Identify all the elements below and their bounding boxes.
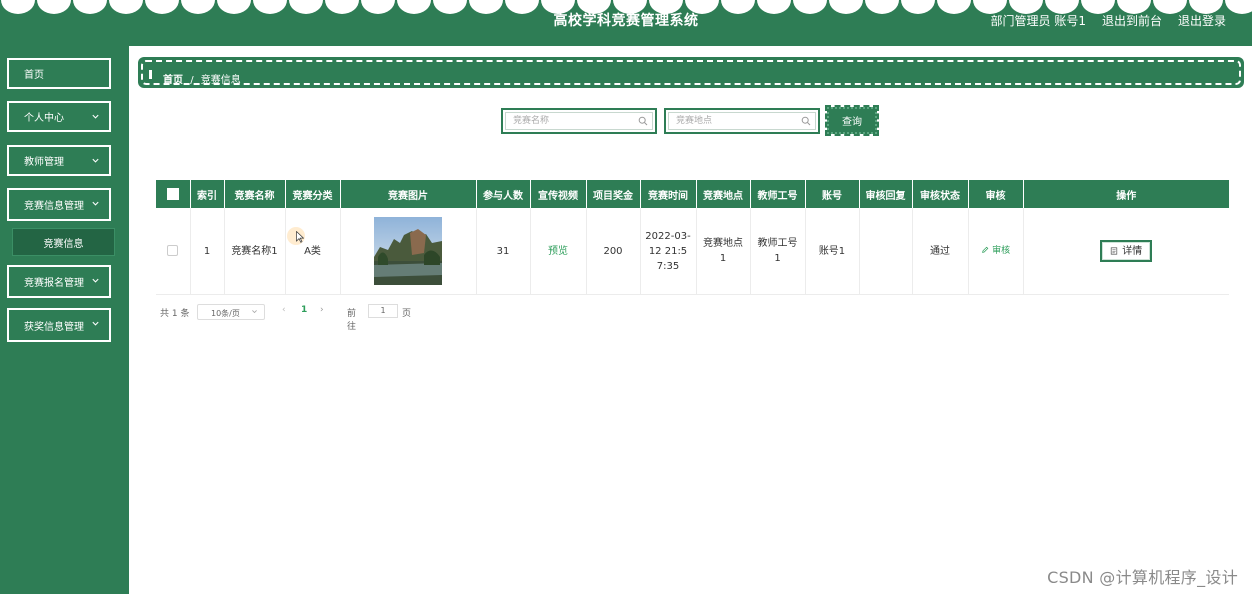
sidebar-item-label: 获奖信息管理 [24, 321, 84, 333]
column-header: 竞赛时间 [640, 180, 697, 208]
column-header: 操作 [1023, 180, 1229, 208]
competition-place-input[interactable] [676, 113, 792, 129]
sidebar-item-competition-signup-management[interactable]: 竞赛报名管理 [7, 265, 111, 298]
sidebar-item-label: 首页 [24, 70, 44, 81]
breadcrumb-dashed-border: 首页 / 竞赛信息 [141, 60, 1241, 86]
audit-link[interactable]: 审核 [981, 245, 1010, 256]
page-size-value: 10条/页 [211, 309, 240, 318]
sidebar-item-competition-info-management[interactable]: 竞赛信息管理 [7, 188, 111, 221]
breadcrumb-current: 竞赛信息 [200, 75, 241, 86]
cell-actions: 详情 [1023, 208, 1229, 295]
audit-link-label: 审核 [992, 246, 1011, 256]
cell-place: 竞赛地点1 [696, 208, 751, 295]
search-icon [638, 116, 648, 126]
detail-button[interactable]: 详情 [1100, 240, 1153, 262]
logout-link[interactable]: 退出登录 [1178, 12, 1226, 29]
edit-icon [981, 246, 989, 253]
search-icon [801, 116, 811, 126]
table-row: 1 竞赛名称1 A类 31 预览 200 2022-03-12 21:57:35… [156, 208, 1229, 295]
mouse-cursor-icon [296, 231, 304, 243]
sidebar-item-teacher-management[interactable]: 教师管理 [7, 145, 111, 176]
competition-place-search [664, 108, 820, 134]
breadcrumb-bullet-icon [149, 70, 152, 79]
column-header: 教师工号 [750, 180, 806, 208]
column-header: 竞赛名称 [224, 180, 286, 208]
breadcrumb-home[interactable]: 首页 [163, 75, 183, 86]
detail-button-label: 详情 [1122, 245, 1143, 257]
chevron-down-icon [92, 114, 99, 119]
goto-label: 前往 [347, 309, 357, 332]
breadcrumb-text: 首页 / 竞赛信息 [163, 71, 241, 86]
pagination-total: 共 1 条 [160, 309, 190, 319]
column-header: 参与人数 [476, 180, 531, 208]
chevron-down-icon [92, 278, 99, 283]
column-header: 宣传视频 [530, 180, 587, 208]
cell-category: A类 [285, 208, 341, 295]
next-page-icon[interactable]: › [320, 305, 324, 315]
column-header: 审核回复 [859, 180, 913, 208]
column-header: 审核状态 [912, 180, 969, 208]
chevron-down-icon [92, 201, 99, 206]
cell-teacher-no: 教师工号1 [750, 208, 806, 295]
competition-name-input[interactable] [513, 113, 629, 129]
column-header: 项目奖金 [586, 180, 641, 208]
select-all-header [156, 180, 191, 208]
sidebar-subitem-competition-info[interactable]: 竞赛信息 [12, 228, 115, 256]
cell-reply [859, 208, 913, 295]
sidebar-item-personal-center[interactable]: 个人中心 [7, 101, 111, 132]
breadcrumb-separator: / [190, 75, 194, 86]
page-size-select[interactable]: 10条/页 [197, 304, 265, 320]
column-header: 索引 [190, 180, 225, 208]
header-actions: 部门管理员 账号1 退出到前台 退出登录 [991, 12, 1226, 29]
competition-table: 索引 竞赛名称 竞赛分类 竞赛图片 参与人数 宣传视频 项目奖金 竞赛时间 竞赛… [156, 180, 1229, 295]
sidebar-item-label: 竞赛信息管理 [24, 201, 84, 212]
sidebar-subitem-label: 竞赛信息 [43, 238, 84, 250]
top-header: 高校学科竞赛管理系统 部门管理员 账号1 退出到前台 退出登录 [0, 0, 1252, 46]
exit-to-front-link[interactable]: 退出到前台 [1102, 12, 1162, 29]
cell-image [340, 208, 477, 295]
sidebar: 首页 个人中心 教师管理 竞赛信息管理 竞赛信息 竞赛报名管理 获奖信息管理 [0, 46, 129, 594]
competition-name-search [501, 108, 657, 134]
cell-bonus: 200 [586, 208, 641, 295]
sidebar-item-label: 个人中心 [24, 113, 64, 124]
cell-name: 竞赛名称1 [224, 208, 286, 295]
goto-unit-label: 页 [402, 309, 412, 319]
select-all-checkbox[interactable] [166, 188, 179, 200]
chevron-down-icon [252, 310, 257, 314]
cell-status: 通过 [912, 208, 969, 295]
sidebar-item-award-info-management[interactable]: 获奖信息管理 [7, 308, 111, 342]
competition-image-thumbnail[interactable] [374, 217, 442, 285]
sidebar-item-home[interactable]: 首页 [7, 58, 111, 89]
cell-time: 2022-03-12 21:57:35 [640, 208, 697, 295]
sidebar-item-label: 教师管理 [24, 157, 64, 168]
cell-audit: 审核 [968, 208, 1024, 295]
goto-page-input[interactable]: 1 [368, 304, 398, 318]
cell-index: 1 [190, 208, 225, 295]
column-header: 账号 [805, 180, 860, 208]
cell-participants: 31 [476, 208, 531, 295]
row-select-cell [156, 208, 191, 295]
row-checkbox[interactable] [167, 245, 179, 256]
current-page-number[interactable]: 1 [301, 305, 307, 315]
watermark: CSDN @计算机程序_设计 [1047, 568, 1238, 587]
sidebar-item-label: 竞赛报名管理 [24, 278, 84, 289]
column-header: 竞赛地点 [696, 180, 751, 208]
document-icon [1111, 247, 1118, 255]
chevron-down-icon [92, 158, 99, 163]
cell-account: 账号1 [805, 208, 860, 295]
column-header: 审核 [968, 180, 1024, 208]
query-button[interactable]: 查询 [825, 105, 879, 136]
video-preview-link[interactable]: 预览 [548, 246, 568, 257]
breadcrumb: 首页 / 竞赛信息 [138, 57, 1244, 88]
chevron-down-icon [92, 321, 99, 326]
prev-page-icon[interactable]: ‹ [282, 305, 286, 315]
column-header: 竞赛图片 [340, 180, 477, 208]
table-header-row: 索引 竞赛名称 竞赛分类 竞赛图片 参与人数 宣传视频 项目奖金 竞赛时间 竞赛… [156, 180, 1229, 208]
column-header: 竞赛分类 [285, 180, 341, 208]
cell-video: 预览 [530, 208, 587, 295]
current-user: 部门管理员 账号1 [990, 14, 1086, 28]
